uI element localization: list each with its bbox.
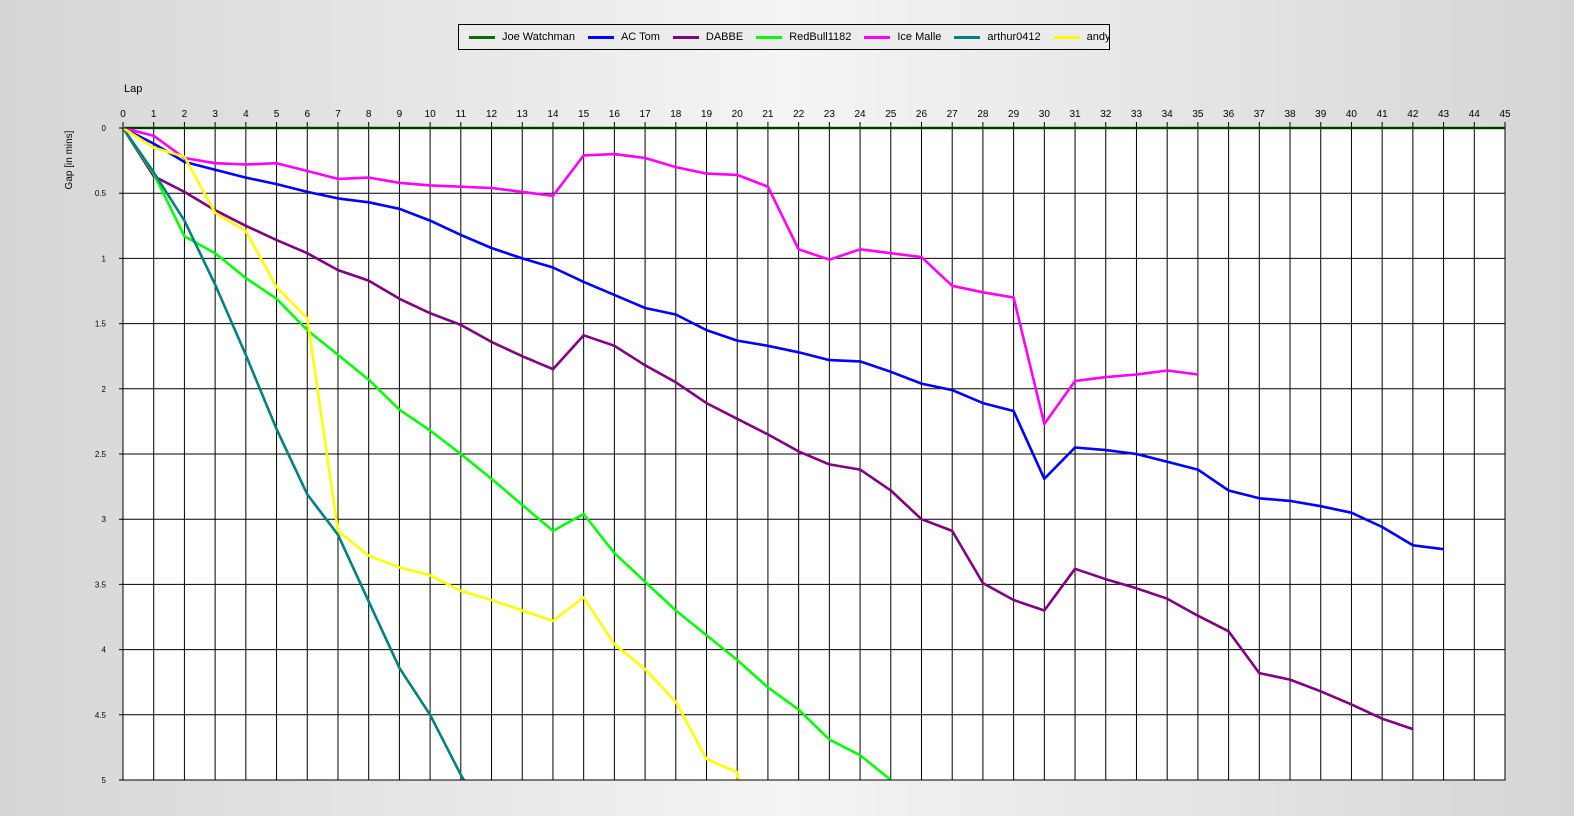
y-tick-label: 3 xyxy=(102,515,107,524)
x-tick-label: 40 xyxy=(1346,109,1358,120)
x-tick-label: 25 xyxy=(885,109,897,120)
x-tick-label: 11 xyxy=(456,109,467,120)
x-tick-label: 12 xyxy=(486,109,498,120)
x-tick-label: 44 xyxy=(1469,109,1481,120)
x-tick-label: 21 xyxy=(762,109,774,120)
x-tick-label: 0 xyxy=(120,109,126,120)
y-tick-label: 4.5 xyxy=(95,711,107,720)
y-axis-ticks: 0 0.5 1 1.5 2 2.5 3 3.5 4 4.5 5 xyxy=(95,124,107,785)
x-tick-label: 7 xyxy=(335,109,341,120)
x-tick-label: 43 xyxy=(1438,109,1450,120)
x-tick-label: 18 xyxy=(670,109,682,120)
y-tick-label: 1 xyxy=(102,254,107,263)
x-tick-label: 41 xyxy=(1377,109,1389,120)
x-tick-label: 37 xyxy=(1254,109,1266,120)
y-axis-label: Gap [in mins] xyxy=(64,130,75,189)
x-tick-label: 22 xyxy=(793,109,805,120)
x-tick-label: 24 xyxy=(855,109,867,120)
y-tick-label: 0.5 xyxy=(95,189,107,198)
x-tick-label: 14 xyxy=(547,109,559,120)
x-tick-label: 3 xyxy=(212,109,218,120)
x-tick-label: 6 xyxy=(304,109,310,120)
x-tick-label: 33 xyxy=(1131,109,1143,120)
x-tick-label: 5 xyxy=(274,109,280,120)
y-tick-label: 5 xyxy=(102,776,107,785)
x-tick-label: 31 xyxy=(1069,109,1081,120)
x-tick-label: 8 xyxy=(366,109,372,120)
y-tick-label: 4 xyxy=(102,646,107,655)
x-tick-label: 9 xyxy=(397,109,403,120)
x-tick-label: 20 xyxy=(732,109,744,120)
x-tick-label: 42 xyxy=(1407,109,1419,120)
chart-stage: Joe Watchman AC Tom DABBE RedBull1182 Ice Ma… xyxy=(0,0,1574,816)
x-tick-label: 19 xyxy=(701,109,713,120)
x-tick-label: 32 xyxy=(1100,109,1112,120)
line-chart: 0 1 2 3 4 5 6 7 8 9 10 11 12 13 14 15 16 17 18 19 20 21 22 23 24… xyxy=(64,83,1511,785)
x-tick-label: 36 xyxy=(1223,109,1235,120)
y-tick-label: 2 xyxy=(102,385,107,394)
x-axis-label: Lap xyxy=(124,83,142,95)
x-tick-label: 45 xyxy=(1499,109,1511,120)
x-tick-label: 16 xyxy=(609,109,621,120)
y-tick-label: 3.5 xyxy=(95,580,107,589)
x-tick-label: 27 xyxy=(947,109,959,120)
x-axis-ticks: 0 1 2 3 4 5 6 7 8 9 10 11 12 13 14 15 16 17 18 19 20 21 22 23 24… xyxy=(120,109,1511,120)
x-tick-label: 30 xyxy=(1039,109,1051,120)
x-tick-label: 4 xyxy=(243,109,249,120)
y-tick-label: 0 xyxy=(102,124,107,133)
x-tick-label: 15 xyxy=(578,109,590,120)
x-tick-label: 26 xyxy=(916,109,928,120)
x-tick-label: 34 xyxy=(1162,109,1174,120)
y-tick-label: 1.5 xyxy=(95,320,107,329)
x-tick-label: 1 xyxy=(151,109,157,120)
x-tick-label: 23 xyxy=(824,109,836,120)
x-tick-label: 29 xyxy=(1008,109,1020,120)
y-tick-label: 2.5 xyxy=(95,450,107,459)
x-tick-label: 38 xyxy=(1284,109,1296,120)
x-tick-label: 39 xyxy=(1315,109,1327,120)
x-tick-label: 17 xyxy=(640,109,652,120)
x-tick-label: 28 xyxy=(977,109,989,120)
x-tick-label: 13 xyxy=(517,109,529,120)
x-tick-label: 35 xyxy=(1192,109,1204,120)
x-tick-label: 10 xyxy=(425,109,437,120)
x-tick-label: 2 xyxy=(182,109,188,120)
